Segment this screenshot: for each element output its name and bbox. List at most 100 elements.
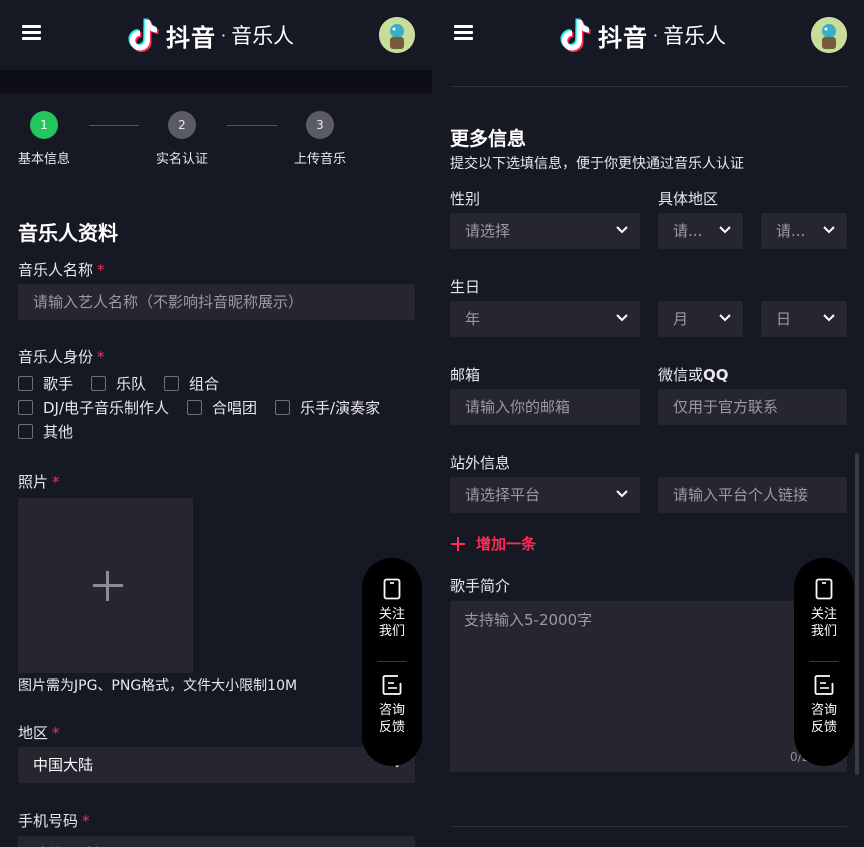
region-value: 中国大陆 (33, 756, 94, 774)
gender-placeholder: 请选择 (465, 222, 511, 240)
option-label: 歌手 (43, 375, 74, 393)
checkbox-icon[interactable] (18, 424, 33, 439)
identity-option-band[interactable]: 乐队 (91, 373, 146, 394)
right-panel: 抖音 · 音乐人 更多信息 提交以下选填信息，便于你更快通过音乐人认证 性别 具… (432, 0, 864, 847)
float-divider (377, 661, 407, 662)
plus-icon (451, 536, 465, 551)
logo-text: 抖音 (166, 23, 216, 52)
follow-us-button[interactable]: 关注 我们 (362, 578, 422, 640)
step-connector (227, 125, 277, 126)
required-mark: * (97, 348, 105, 366)
chevron-down-icon (823, 226, 835, 234)
area-label: 具体地区 (658, 190, 719, 208)
logo-subtitle: 音乐人 (231, 24, 295, 48)
photo-label: 照片 * (18, 471, 60, 492)
follow-us-button[interactable]: 关注 我们 (794, 578, 854, 640)
chevron-down-icon (823, 314, 835, 322)
chevron-down-icon (719, 226, 731, 234)
birthday-label: 生日 (450, 278, 481, 296)
identity-options-row-3: 其他 (18, 421, 91, 442)
qq-label-text: QQ (703, 366, 729, 384)
identity-option-group[interactable]: 组合 (164, 373, 219, 394)
name-label: 音乐人名称 * (18, 259, 105, 280)
avatar-icon[interactable] (379, 17, 415, 53)
city-select[interactable]: 请... (761, 213, 847, 249)
gender-select[interactable]: 请选择 (450, 213, 640, 249)
option-label: DJ/电子音乐制作人 (43, 399, 170, 417)
birth-year-select[interactable]: 年 (450, 301, 640, 337)
checkbox-icon[interactable] (18, 376, 33, 391)
floating-action-panel: 关注 我们 咨询 反馈 (362, 558, 422, 766)
avatar-icon[interactable] (811, 17, 847, 53)
bio-textarea[interactable]: 支持输入5-2000字 (450, 601, 847, 772)
region-select[interactable]: 中国大陆 (18, 747, 415, 783)
identity-options-row-2: DJ/电子音乐制作人 合唱团 乐手/演奏家 (18, 397, 380, 418)
required-mark: * (52, 473, 60, 491)
option-label: 乐手/演奏家 (300, 399, 381, 417)
float-divider (809, 661, 839, 662)
feedback-button[interactable]: 咨询 反馈 (362, 674, 422, 736)
region-label-text: 地区 (18, 724, 49, 742)
email-input[interactable]: 请输入你的邮箱 (450, 389, 640, 425)
edit-icon (814, 675, 834, 695)
option-label: 其他 (43, 423, 74, 441)
hamburger-icon[interactable] (22, 25, 41, 41)
app-logo[interactable]: 抖音 · 音乐人 (558, 16, 726, 54)
feedback-label-1: 咨询 (378, 703, 405, 718)
left-panel: 抖音 · 音乐人 1 2 3 基本信息 实名认证 上传音乐 音乐人资料 音乐人名… (0, 0, 432, 847)
birth-month-select[interactable]: 月 (658, 301, 743, 337)
option-label: 合唱团 (212, 399, 258, 417)
avatar-image (811, 17, 847, 53)
option-label: 乐队 (116, 375, 147, 393)
name-label-text: 音乐人名称 (18, 261, 94, 279)
hamburger-icon[interactable] (454, 25, 473, 41)
feedback-label-1: 咨询 (810, 703, 837, 718)
phone-label: 手机号码 * (18, 810, 90, 831)
checkbox-icon[interactable] (164, 376, 180, 391)
artist-name-input[interactable]: 请输入艺人名称（不影响抖音昵称展示） (18, 284, 415, 320)
photo-upload-box[interactable] (18, 498, 193, 673)
plus-icon (106, 571, 109, 601)
bio-label: 歌手简介 (450, 577, 511, 595)
app-logo[interactable]: 抖音 · 音乐人 (126, 16, 294, 54)
step-connector (89, 125, 139, 126)
identity-option-choir[interactable]: 合唱团 (187, 397, 257, 418)
follow-label-2: 我们 (378, 624, 405, 639)
checkbox-icon[interactable] (187, 400, 203, 415)
identity-option-musician[interactable]: 乐手/演奏家 (275, 397, 380, 418)
platform-placeholder: 请选择平台 (465, 486, 541, 504)
app-header: 抖音 · 音乐人 (432, 0, 864, 70)
photo-hint: 图片需为JPG、PNG格式，文件大小限制10M (18, 678, 298, 694)
more-info-title: 更多信息 (450, 128, 527, 150)
add-more-button[interactable]: 增加一条 (450, 533, 536, 554)
wechat-label-text: 微信或 (658, 366, 704, 384)
identity-label: 音乐人身份 * (18, 346, 105, 367)
floating-action-panel: 关注 我们 咨询 反馈 (794, 558, 854, 766)
checkbox-icon[interactable] (18, 400, 33, 415)
follow-label-1: 关注 (378, 607, 405, 622)
day-placeholder: 日 (776, 310, 792, 328)
add-more-label: 增加一条 (476, 535, 537, 553)
checkbox-icon[interactable] (275, 400, 291, 415)
identity-option-singer[interactable]: 歌手 (18, 373, 73, 394)
tiktok-note-icon (560, 18, 591, 52)
identity-option-dj[interactable]: DJ/电子音乐制作人 (18, 397, 169, 418)
phone-label-text: 手机号码 (18, 812, 79, 830)
checkbox-icon[interactable] (91, 376, 107, 391)
logo-text: 抖音 (598, 23, 648, 52)
phone-icon (383, 578, 401, 600)
chevron-down-icon (616, 490, 628, 498)
identity-label-text: 音乐人身份 (18, 348, 94, 366)
platform-link-input[interactable]: 请输入平台个人链接 (658, 477, 847, 513)
province-select[interactable]: 请... (658, 213, 743, 249)
region-label: 地区 * (18, 722, 60, 743)
platform-select[interactable]: 请选择平台 (450, 477, 640, 513)
birth-day-select[interactable]: 日 (761, 301, 847, 337)
scrollbar[interactable] (855, 453, 859, 775)
feedback-button[interactable]: 咨询 反馈 (794, 674, 854, 736)
identity-option-other[interactable]: 其他 (18, 421, 73, 442)
phone-input[interactable]: 请输入手机号 (18, 836, 415, 847)
option-label: 组合 (189, 375, 220, 393)
more-info-subtitle: 提交以下选填信息，便于你更快通过音乐人认证 (450, 156, 744, 172)
wechat-qq-input[interactable]: 仅用于官方联系 (658, 389, 847, 425)
